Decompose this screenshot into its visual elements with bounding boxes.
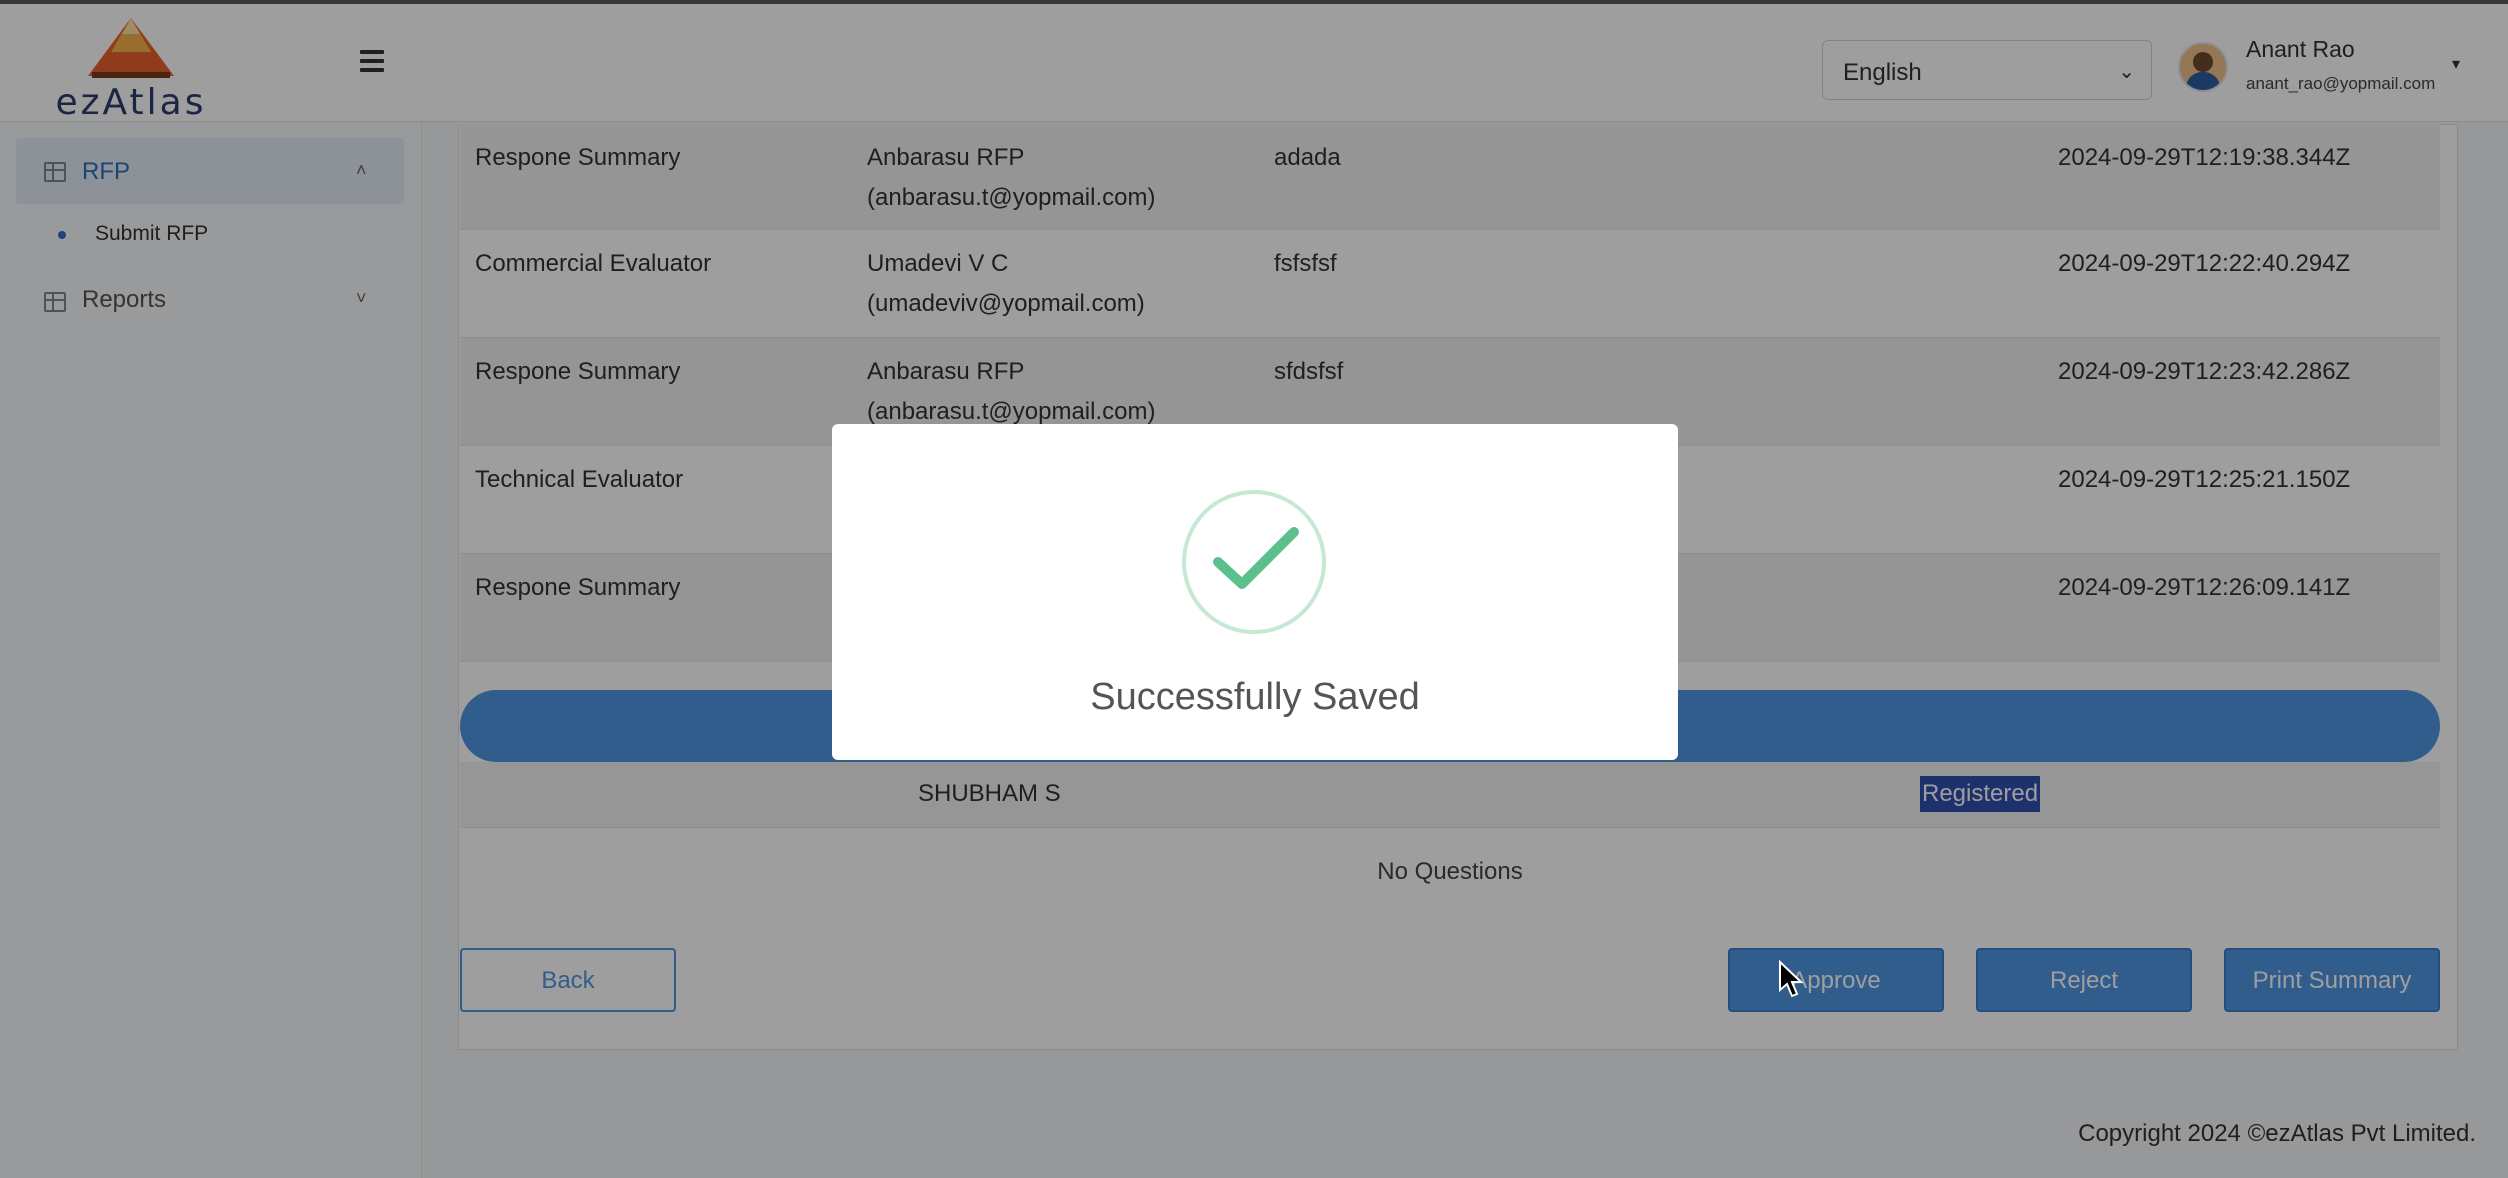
mouse-cursor-icon: [1779, 960, 1804, 998]
modal-message: Successfully Saved: [1090, 676, 1420, 718]
success-circle: [1182, 490, 1326, 634]
check-icon: [1213, 527, 1299, 589]
success-modal: Successfully Saved: [832, 424, 1678, 760]
